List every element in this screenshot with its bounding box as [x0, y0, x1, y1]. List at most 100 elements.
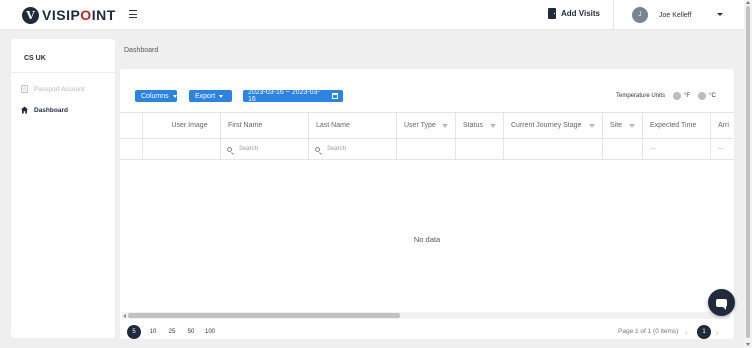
- fahrenheit-label: °F: [684, 93, 691, 99]
- table-horizontal-scrollbar[interactable]: [122, 312, 730, 319]
- page-size-selector: 5 10 25 50 100: [127, 325, 222, 339]
- column-header-user-image[interactable]: User Image: [143, 113, 221, 138]
- chat-icon: [716, 298, 727, 310]
- chevron-down-icon[interactable]: [717, 13, 723, 16]
- column-title: Arri: [718, 122, 729, 129]
- scroll-up-icon[interactable]: [746, 1, 750, 4]
- add-visits-label: Add Visits: [561, 9, 600, 18]
- logo-wordmark: VISIPOINT: [42, 7, 116, 23]
- column-title: Site: [610, 122, 623, 129]
- columns-label: Columns: [141, 92, 169, 100]
- filter-cell: [143, 139, 221, 159]
- page-size-option[interactable]: 5: [127, 325, 141, 339]
- next-page-icon[interactable]: ›: [716, 328, 719, 337]
- sidebar-item-label: Passport Account: [34, 85, 85, 93]
- filter-icon[interactable]: [442, 124, 448, 128]
- export-label: Export: [195, 92, 216, 100]
- filter-cell: [397, 139, 456, 159]
- calendar-icon: [332, 93, 338, 99]
- page-size-option[interactable]: 50: [184, 325, 198, 339]
- scrollbar-thumb[interactable]: [746, 6, 750, 338]
- search-placeholder: Search: [239, 146, 259, 152]
- column-header-first-name[interactable]: First Name: [221, 113, 309, 138]
- celsius-radio[interactable]: [698, 92, 707, 100]
- sidebar-item-dashboard[interactable]: Dashboard: [21, 106, 68, 114]
- last-name-search-input[interactable]: Search: [309, 139, 397, 159]
- header-divider: [613, 0, 614, 30]
- export-button[interactable]: Export: [189, 90, 232, 102]
- column-header-arrival[interactable]: Arri: [711, 113, 734, 138]
- search-placeholder: Search: [327, 146, 347, 152]
- sidebar-item-label: Dashboard: [34, 106, 68, 114]
- column-title: Expected Time: [650, 122, 697, 129]
- fahrenheit-radio[interactable]: [673, 92, 682, 100]
- expected-time-filter[interactable]: ---: [643, 139, 711, 159]
- scrollbar-thumb[interactable]: [128, 313, 400, 318]
- scroll-down-icon[interactable]: [746, 343, 750, 346]
- table-header: User Image First Name Last Name User Typ…: [120, 112, 734, 139]
- filter-cell: [456, 139, 504, 159]
- column-title: Current Journey Stage: [511, 122, 582, 129]
- first-name-search-input[interactable]: Search: [221, 139, 309, 159]
- current-page-button[interactable]: 1: [697, 325, 711, 339]
- column-header-last-name[interactable]: Last Name: [309, 113, 397, 138]
- page-size-option[interactable]: 25: [165, 325, 179, 339]
- column-header-expected-time[interactable]: Expected Time: [643, 113, 711, 138]
- column-header-site[interactable]: Site: [603, 113, 643, 138]
- page-info: Page 1 of 1 (0 items): [618, 328, 679, 335]
- column-header-select: [120, 113, 143, 138]
- column-title: Last Name: [316, 122, 350, 129]
- org-name: CS UK: [24, 55, 46, 62]
- door-icon: [548, 8, 556, 19]
- column-title: First Name: [228, 122, 263, 129]
- avatar: J: [632, 7, 648, 23]
- search-icon: [227, 146, 232, 152]
- logo-text-accent: O: [80, 7, 92, 23]
- date-range-picker[interactable]: 2023-03-16 ~ 2023-03-16: [243, 89, 343, 103]
- page-size-option[interactable]: 10: [146, 325, 160, 339]
- sidebar-divider: [11, 72, 115, 73]
- temperature-units-label: Temperature Units: [616, 93, 666, 99]
- logo-text-suffix: INT: [91, 7, 116, 23]
- passport-icon: [21, 85, 28, 93]
- caret-down-icon: [172, 94, 177, 98]
- filter-cell: [504, 139, 603, 159]
- filter-row: Search Search --- ---: [120, 139, 734, 160]
- page-scrollbar[interactable]: [744, 0, 752, 348]
- no-data-message: No data: [413, 235, 441, 244]
- user-menu[interactable]: J Joe Kelleff: [632, 7, 692, 23]
- column-header-user-type[interactable]: User Type: [397, 113, 456, 138]
- filter-icon[interactable]: [629, 124, 635, 128]
- date-range-value: 2023-03-16 ~ 2023-03-16: [248, 89, 320, 103]
- filter-icon[interactable]: [589, 124, 595, 128]
- add-visits-button[interactable]: Add Visits: [548, 8, 600, 19]
- user-name: Joe Kelleff: [659, 11, 692, 19]
- breadcrumb: Dashboard: [124, 47, 159, 54]
- filter-cell: [603, 139, 643, 159]
- search-icon: [315, 146, 320, 152]
- page-size-option[interactable]: 100: [203, 325, 217, 339]
- chat-button[interactable]: [708, 289, 735, 316]
- sidebar: CS UK Passport Account Dashboard: [11, 39, 115, 338]
- scroll-left-icon[interactable]: [123, 314, 126, 318]
- logo-text-prefix: VISIP: [42, 7, 81, 23]
- column-header-current-journey-stage[interactable]: Current Journey Stage: [504, 113, 603, 138]
- hamburger-menu-icon[interactable]: [129, 10, 137, 18]
- empty-filter-value: ---: [718, 146, 724, 152]
- filter-icon[interactable]: [490, 124, 496, 128]
- column-title: User Type: [404, 122, 436, 129]
- prev-page-icon[interactable]: ‹: [685, 328, 688, 337]
- column-header-status[interactable]: Status: [456, 113, 504, 138]
- caret-down-icon: [219, 94, 224, 98]
- sidebar-item-passport-account[interactable]: Passport Account: [21, 85, 85, 93]
- logo-mark: V: [22, 6, 39, 24]
- top-bar: V VISIPOINT Add Visits J Joe Kelleff: [0, 0, 744, 30]
- arrival-filter[interactable]: ---: [711, 139, 734, 159]
- columns-button[interactable]: Columns: [135, 90, 177, 102]
- column-title: Status: [463, 122, 483, 129]
- temperature-units: Temperature Units °F °C: [616, 92, 716, 100]
- empty-filter-value: ---: [650, 146, 656, 152]
- column-title: User Image: [171, 122, 208, 129]
- visipoint-logo[interactable]: V VISIPOINT: [22, 6, 116, 24]
- home-icon: [21, 106, 28, 114]
